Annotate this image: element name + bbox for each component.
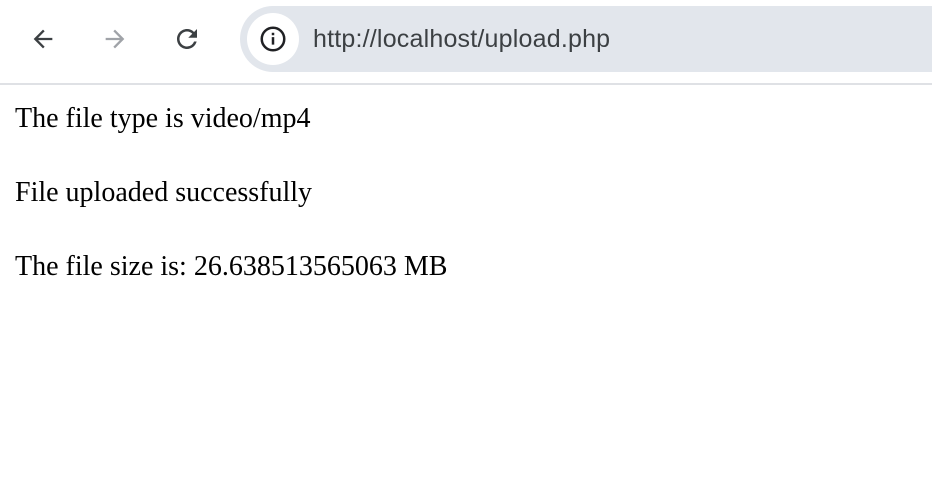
page-content: The file type is video/mp4 File uploaded… [0, 85, 932, 284]
site-info-button[interactable] [247, 13, 299, 65]
address-bar[interactable]: http://localhost/upload.php [240, 6, 932, 72]
upload-status-message: File uploaded successfully [15, 177, 313, 209]
file-size-message: The file size is: 26.638513565063 MB [15, 251, 448, 283]
arrow-right-icon [105, 29, 125, 49]
reload-icon [177, 29, 197, 49]
forward-button[interactable] [97, 21, 133, 57]
url-text[interactable]: http://localhost/upload.php [313, 25, 610, 54]
arrow-left-icon [33, 29, 53, 49]
browser-toolbar: http://localhost/upload.php [0, 0, 932, 85]
info-icon [260, 26, 286, 52]
file-type-message: The file type is video/mp4 [15, 103, 311, 134]
back-button[interactable] [25, 21, 61, 57]
reload-button[interactable] [169, 21, 205, 57]
